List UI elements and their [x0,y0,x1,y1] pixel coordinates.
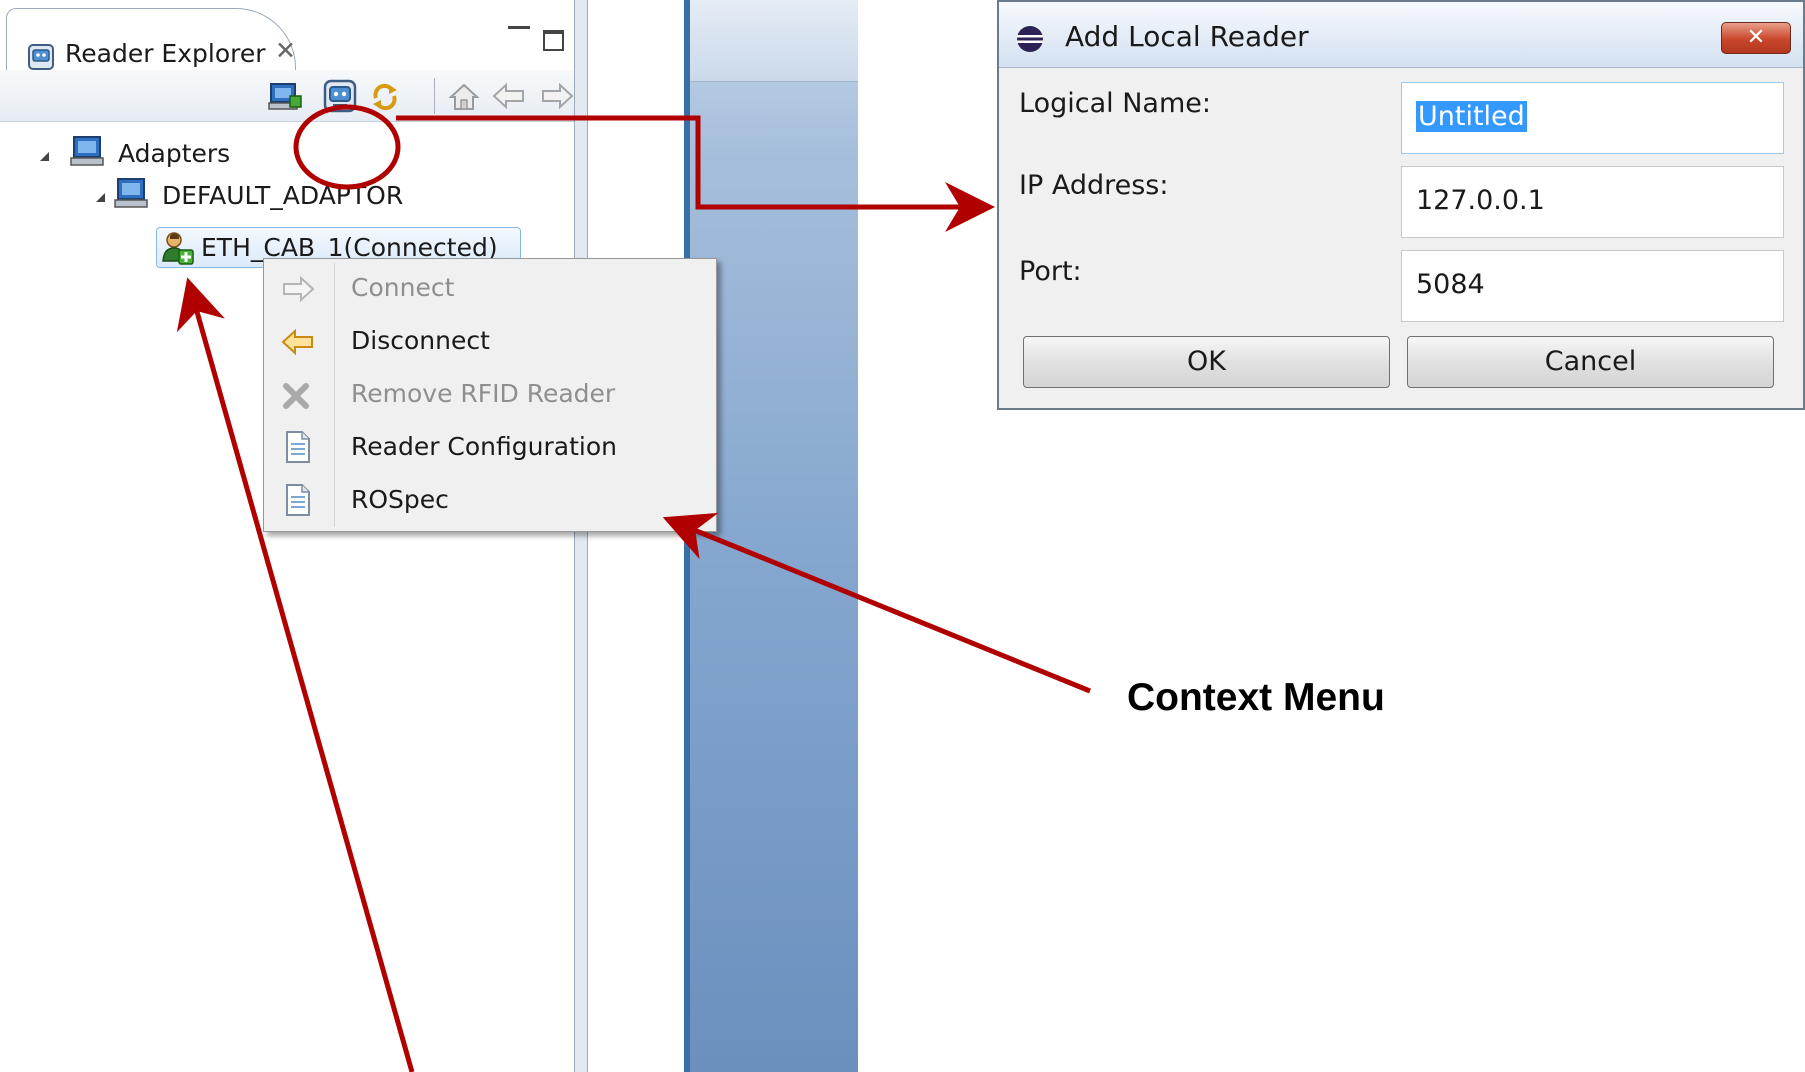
dialog-pointer-arrow [396,115,995,232]
reader-node-pointer-arrow [176,277,415,1072]
annotation-overlay [176,104,1091,1072]
context-menu-pointer-arrow [662,512,1091,694]
highlight-circle [293,104,401,190]
context-menu-callout: Context Menu [1127,676,1385,719]
